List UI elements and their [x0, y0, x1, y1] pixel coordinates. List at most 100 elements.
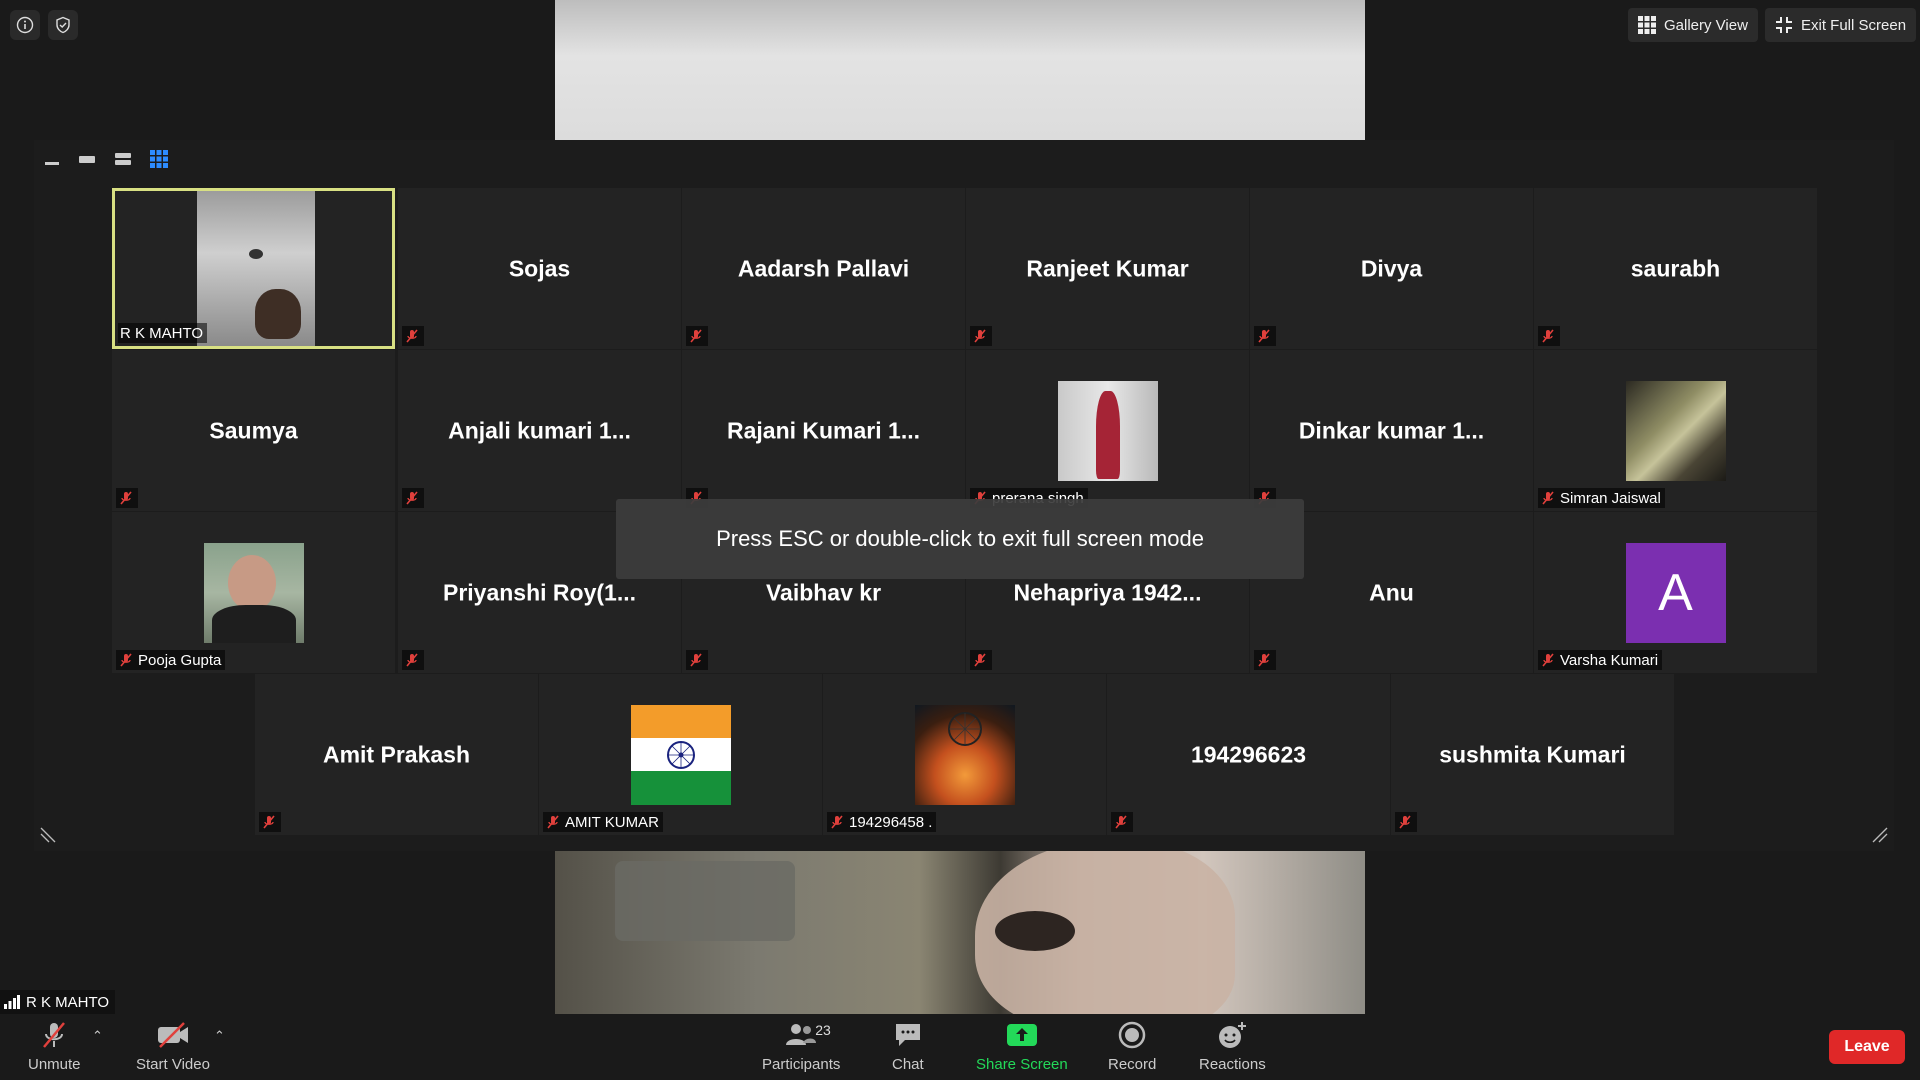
participant-name: Amit Prakash [322, 741, 470, 767]
minimize-layout-icon[interactable] [44, 151, 60, 172]
unmute-button[interactable]: Unmute [28, 1020, 81, 1073]
participant-label [686, 326, 708, 346]
participant-tile[interactable]: Simran Jaiswal [1534, 350, 1817, 511]
stacked-layout-icon[interactable] [114, 151, 132, 172]
participant-tile[interactable]: prerana singh [966, 350, 1249, 511]
participant-tile[interactable]: R K MAHTO [112, 188, 395, 349]
start-video-button[interactable]: Start Video [136, 1020, 210, 1073]
security-shield-icon[interactable] [48, 10, 78, 40]
audio-options-caret[interactable]: ⌃ [92, 1028, 103, 1044]
full-screen-toast: Press ESC or double-click to exit full s… [616, 499, 1304, 579]
letter-avatar: A [1625, 542, 1726, 643]
chat-label: Chat [892, 1056, 924, 1073]
participant-label [1111, 812, 1133, 832]
participant-label: R K MAHTO [118, 323, 208, 343]
participants-label: Participants [762, 1056, 841, 1073]
participant-label [686, 650, 708, 670]
participants-button[interactable]: 23 Participants [762, 1020, 840, 1073]
share-screen-icon [1006, 1024, 1037, 1046]
profile-photo [203, 542, 304, 643]
meeting-toolbar: Unmute ⌃ Start Video ⌃ 23 Participants C… [0, 1014, 1920, 1080]
participant-label: Varsha Kumari [1538, 650, 1663, 670]
share-screen-button[interactable]: Share Screen [976, 1020, 1068, 1073]
speaker-strip-layout-icon[interactable] [78, 151, 96, 172]
grid-icon [1638, 16, 1656, 34]
participant-tile[interactable]: Aadarsh Pallavi [682, 188, 965, 349]
muted-mic-icon [831, 815, 843, 829]
participant-tile[interactable]: Dinkar kumar 1... [1250, 350, 1533, 511]
gallery-view-label: Gallery View [1664, 16, 1748, 34]
participant-tile[interactable]: sushmita Kumari [1391, 674, 1674, 835]
participant-label [402, 326, 424, 346]
dreamcatcher-icon [947, 711, 982, 746]
participant-name: Dinkar kumar 1... [1298, 417, 1485, 443]
exit-full-screen-label: Exit Full Screen [1801, 16, 1907, 34]
photo-person-figure [1095, 390, 1120, 479]
leave-button[interactable]: Leave [1829, 1030, 1905, 1064]
participant-tile[interactable]: Saumya [112, 350, 395, 511]
participant-label [402, 488, 424, 508]
muted-mic-icon [1542, 491, 1554, 505]
chat-button[interactable]: Chat [892, 1020, 924, 1073]
participant-tile[interactable]: 194296623 [1107, 674, 1390, 835]
grid-layout-icon[interactable] [150, 150, 168, 173]
toast-text: Press ESC or double-click to exit full s… [716, 526, 1204, 551]
participant-tile[interactable]: AMIT KUMAR [539, 674, 822, 835]
profile-photo [1625, 380, 1726, 481]
muted-mic-icon [1115, 815, 1127, 829]
participant-name: 194296623 [1190, 741, 1307, 767]
participant-label [1254, 650, 1276, 670]
participant-tile[interactable]: A Varsha Kumari [1534, 512, 1817, 673]
gallery-view-button[interactable]: Gallery View [1628, 8, 1758, 42]
record-label: Record [1108, 1056, 1157, 1073]
participant-name: Nehapriya 1942... [1013, 579, 1202, 605]
muted-mic-icon [1258, 653, 1270, 667]
participant-tile[interactable]: Ranjeet Kumar [966, 188, 1249, 349]
record-button[interactable]: Record [1108, 1020, 1156, 1073]
participant-label: Pooja Gupta [116, 650, 226, 670]
participant-name: Sojas [508, 255, 571, 281]
participant-name: Rajani Kumari 1... [726, 417, 920, 443]
participant-tile[interactable]: 194296458 . [823, 674, 1106, 835]
participant-name: saurabh [1630, 255, 1721, 281]
participant-name: Priyanshi Roy(1... [442, 579, 636, 605]
participant-tile[interactable]: Amit Prakash [255, 674, 538, 835]
resize-handle-icon[interactable] [40, 827, 56, 843]
resize-handle-icon[interactable] [1872, 827, 1888, 843]
participant-name: Ranjeet Kumar [1026, 255, 1189, 281]
participant-name: Vaibhav kr [765, 579, 882, 605]
muted-mic-icon [547, 815, 559, 829]
layout-switcher [44, 150, 168, 173]
reactions-button[interactable]: Reactions [1199, 1020, 1266, 1073]
participant-label [1538, 326, 1560, 346]
meeting-info-icon[interactable] [10, 10, 40, 40]
avatar-letter: A [1658, 563, 1693, 622]
self-name-tag: R K MAHTO [0, 990, 116, 1014]
exit-full-screen-button[interactable]: Exit Full Screen [1765, 8, 1917, 42]
muted-mic-icon [974, 653, 986, 667]
participant-label: Simran Jaiswal [1538, 488, 1665, 508]
share-screen-label: Share Screen [976, 1056, 1068, 1073]
participant-name: sushmita Kumari [1439, 741, 1626, 767]
speaker-mouth [995, 911, 1075, 951]
muted-mic-icon [1258, 329, 1270, 343]
gallery-panel: R K MAHTO Sojas Aadarsh Pallavi Ranjeet … [34, 140, 1894, 851]
start-video-label: Start Video [136, 1056, 210, 1073]
participant-name: Divya [1360, 255, 1423, 281]
participant-label [259, 812, 281, 832]
zoom-meeting-window: Gallery View Exit Full Screen R K MAHTO … [0, 0, 1920, 1080]
reactions-label: Reactions [1199, 1056, 1266, 1073]
participant-tile[interactable]: saurabh [1534, 188, 1817, 349]
participant-label [1395, 812, 1417, 832]
muted-mic-icon [690, 653, 702, 667]
video-options-caret[interactable]: ⌃ [214, 1028, 225, 1044]
participant-label [970, 650, 992, 670]
participant-tile[interactable]: Anjali kumari 1... [398, 350, 681, 511]
muted-mic-icon [974, 329, 986, 343]
chat-bubble-icon [895, 1024, 920, 1046]
participant-tile[interactable]: Sojas [398, 188, 681, 349]
participant-tile[interactable]: Rajani Kumari 1... [682, 350, 965, 511]
participant-tile[interactable]: Divya [1250, 188, 1533, 349]
muted-mic-icon [406, 329, 418, 343]
participant-tile[interactable]: Pooja Gupta [112, 512, 395, 673]
